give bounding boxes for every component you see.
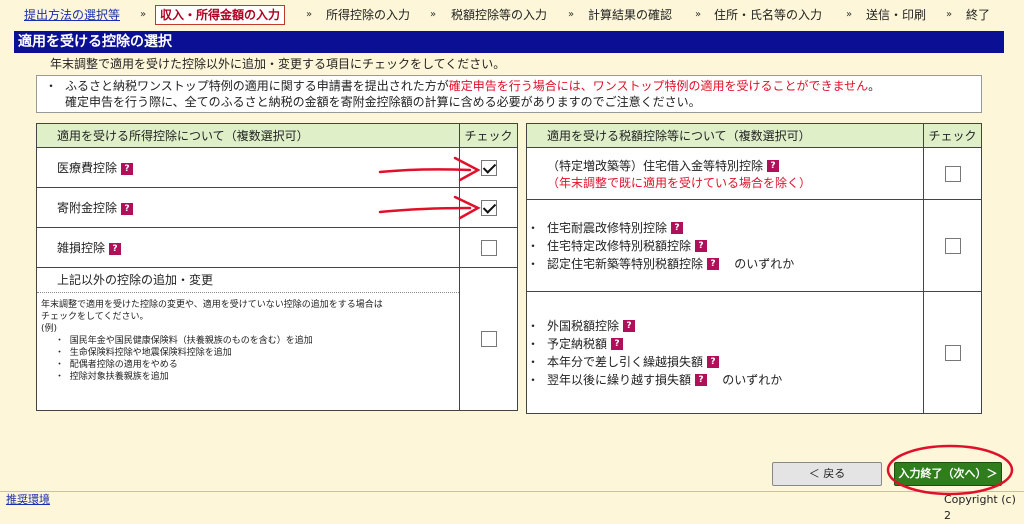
income-deduction-header: 適用を受ける所得控除について（複数選択可） (35, 123, 461, 148)
row-housing-loan: （特定増改築等）住宅借入金等特別控除? （年末調整で既に適用を受けている場合を除… (525, 147, 925, 200)
breadcrumb: 提出方法の選択等 » 収入・所得金額の入力 » 所得控除の入力 » 税額控除等の… (0, 0, 1024, 30)
back-button[interactable]: ＜ 戻る (772, 462, 882, 486)
breadcrumb-step-tax-credit: 税額控除等の入力 (451, 8, 548, 22)
example-item: ・ 控除対象扶養親族を追加 (55, 372, 169, 382)
breadcrumb-arrow: » (140, 9, 147, 20)
row-housing-renovation-group: ・住宅耐震改修特別控除? ・住宅特定改修特別税額控除? ・認定住宅新築等特別税額… (525, 199, 925, 292)
help-icon[interactable]: ? (623, 320, 636, 332)
row-medical-expense: 医療費控除? (35, 147, 461, 188)
row-foreign-tax-group: ・外国税額控除? ・予定納税額? ・本年分で差し引く繰越損失額? ・翌年以後に繰… (525, 291, 925, 414)
notice-line1-end: 。 (868, 79, 881, 93)
help-icon[interactable]: ? (121, 162, 134, 175)
help-icon[interactable]: ? (695, 374, 708, 386)
example-item: ・ 国民年金や国民健康保険料（扶養親族のものを含む）を追加 (55, 336, 313, 346)
breadcrumb-arrow: » (846, 9, 853, 20)
notice-line2: 確定申告を行う際に、全てのふるさと納税の金額を寄附金控除額の計算に含める必要があ… (65, 95, 701, 109)
breadcrumb-step-method[interactable]: 提出方法の選択等 (24, 0, 120, 30)
breadcrumb-arrow: » (946, 9, 953, 20)
casualty-loss-checkbox[interactable] (480, 239, 497, 256)
footer: 推奨環境 Copyright (c) 2 (0, 491, 1024, 522)
breadcrumb-step-deduction: 所得控除の入力 (326, 8, 411, 22)
help-icon[interactable]: ? (671, 222, 684, 234)
example-item: ・ 配偶者控除の適用をやめる (55, 360, 178, 370)
instruction-text: 年末調整で適用を受けた控除以外に追加・変更する項目にチェックをしてください。 (50, 57, 506, 71)
help-icon[interactable]: ? (109, 242, 122, 255)
casualty-loss-label: 雑損控除 (57, 241, 106, 255)
help-icon[interactable]: ? (611, 338, 624, 350)
check-column-header: チェック (923, 123, 982, 148)
carryforward-loss-label: 本年分で差し引く繰越損失額 (547, 354, 704, 369)
certified-housing-label: 認定住宅新築等特別税額控除 (547, 256, 704, 271)
row-casualty-loss: 雑損控除? (35, 227, 461, 268)
housing-loan-label: （特定増改築等）住宅借入金等特別控除 (547, 158, 764, 173)
breadcrumb-step-end: 終了 (966, 8, 991, 22)
tax-credit-header: 適用を受ける税額控除等について（複数選択可） (525, 123, 925, 148)
example-item: ・ 生命保険料控除や地震保険料控除を追加 (55, 348, 232, 358)
help-icon[interactable]: ? (121, 202, 134, 215)
notice-line1: ふるさと納税ワンストップ特例の適用に関する申請書を提出された方が (65, 79, 449, 93)
foreign-tax-group-checkbox[interactable] (944, 344, 961, 361)
other-example-label: (例) (41, 324, 58, 334)
furusato-notice: ・ふるさと納税ワンストップ特例の適用に関する申請書を提出された方が確定申告を行う… (36, 75, 982, 113)
any-of-suffix: のいずれか (734, 256, 795, 271)
estimated-tax-label: 予定納税額 (547, 336, 608, 351)
breadcrumb-step-address: 住所・氏名等の入力 (714, 8, 823, 22)
other-deductions-title: 上記以外の控除の追加・変更 (57, 273, 214, 287)
breadcrumb-step-income-current: 収入・所得金額の入力 (155, 5, 286, 25)
medical-expense-label: 医療費控除 (57, 161, 118, 175)
donation-checkbox[interactable] (480, 199, 497, 216)
page-title: 適用を受ける控除の選択 (14, 31, 1004, 53)
housing-renovation-checkbox[interactable] (944, 237, 961, 254)
tax-credit-table: 適用を受ける税額控除等について（複数選択可） チェック （特定増改築等）住宅借入… (525, 123, 982, 414)
help-icon[interactable]: ? (695, 240, 708, 252)
notice-bullet: ・ (45, 79, 58, 93)
housing-loan-note: （年末調整で既に適用を受けている場合を除く） (547, 175, 812, 190)
notice-warning: 確定申告を行う場合には、ワンストップ特例の適用を受けることができません (448, 79, 869, 93)
check-column-header: チェック (459, 123, 518, 148)
breadcrumb-arrow: » (568, 9, 575, 20)
foreign-tax-credit-label: 外国税額控除 (547, 318, 620, 333)
breadcrumb-arrow: » (695, 9, 702, 20)
next-button[interactable]: 入力終了（次へ）＞ (894, 462, 1002, 486)
any-of-suffix: のいずれか (722, 372, 783, 387)
other-deductions-description: 年末調整で適用を受けた控除の変更や、適用を受けていない控除の追加をする場合は チ… (37, 292, 460, 410)
medical-expense-checkbox[interactable] (480, 159, 497, 176)
help-icon[interactable]: ? (767, 160, 780, 172)
income-deduction-table: 適用を受ける所得控除について（複数選択可） チェック 医療費控除? 寄附金控除?… (35, 123, 518, 411)
other-desc-line2: チェックをしてください。 (41, 312, 149, 322)
donation-label: 寄附金控除 (57, 201, 118, 215)
breadcrumb-step-result: 計算結果の確認 (588, 8, 673, 22)
row-donation: 寄附金控除? (35, 187, 461, 228)
recommended-environment-link[interactable]: 推奨環境 (6, 492, 50, 508)
housing-loan-checkbox[interactable] (944, 165, 961, 182)
breadcrumb-arrow: » (430, 9, 437, 20)
housing-seismic-label: 住宅耐震改修特別控除 (547, 220, 668, 235)
copyright: Copyright (c) 2 (944, 493, 1016, 522)
housing-specific-renovation-label: 住宅特定改修特別税額控除 (547, 238, 692, 253)
help-icon[interactable]: ? (707, 356, 720, 368)
next-year-loss-label: 翌年以後に繰り越す損失額 (547, 372, 692, 387)
other-desc-line1: 年末調整で適用を受けた控除の変更や、適用を受けていない控除の追加をする場合は (41, 300, 383, 310)
breadcrumb-step-send: 送信・印刷 (866, 8, 927, 22)
breadcrumb-arrow: » (306, 9, 313, 20)
row-other-deductions: 上記以外の控除の追加・変更 年末調整で適用を受けた控除の変更や、適用を受けていな… (35, 267, 461, 411)
other-deductions-checkbox[interactable] (480, 331, 497, 347)
help-icon[interactable]: ? (707, 258, 720, 270)
